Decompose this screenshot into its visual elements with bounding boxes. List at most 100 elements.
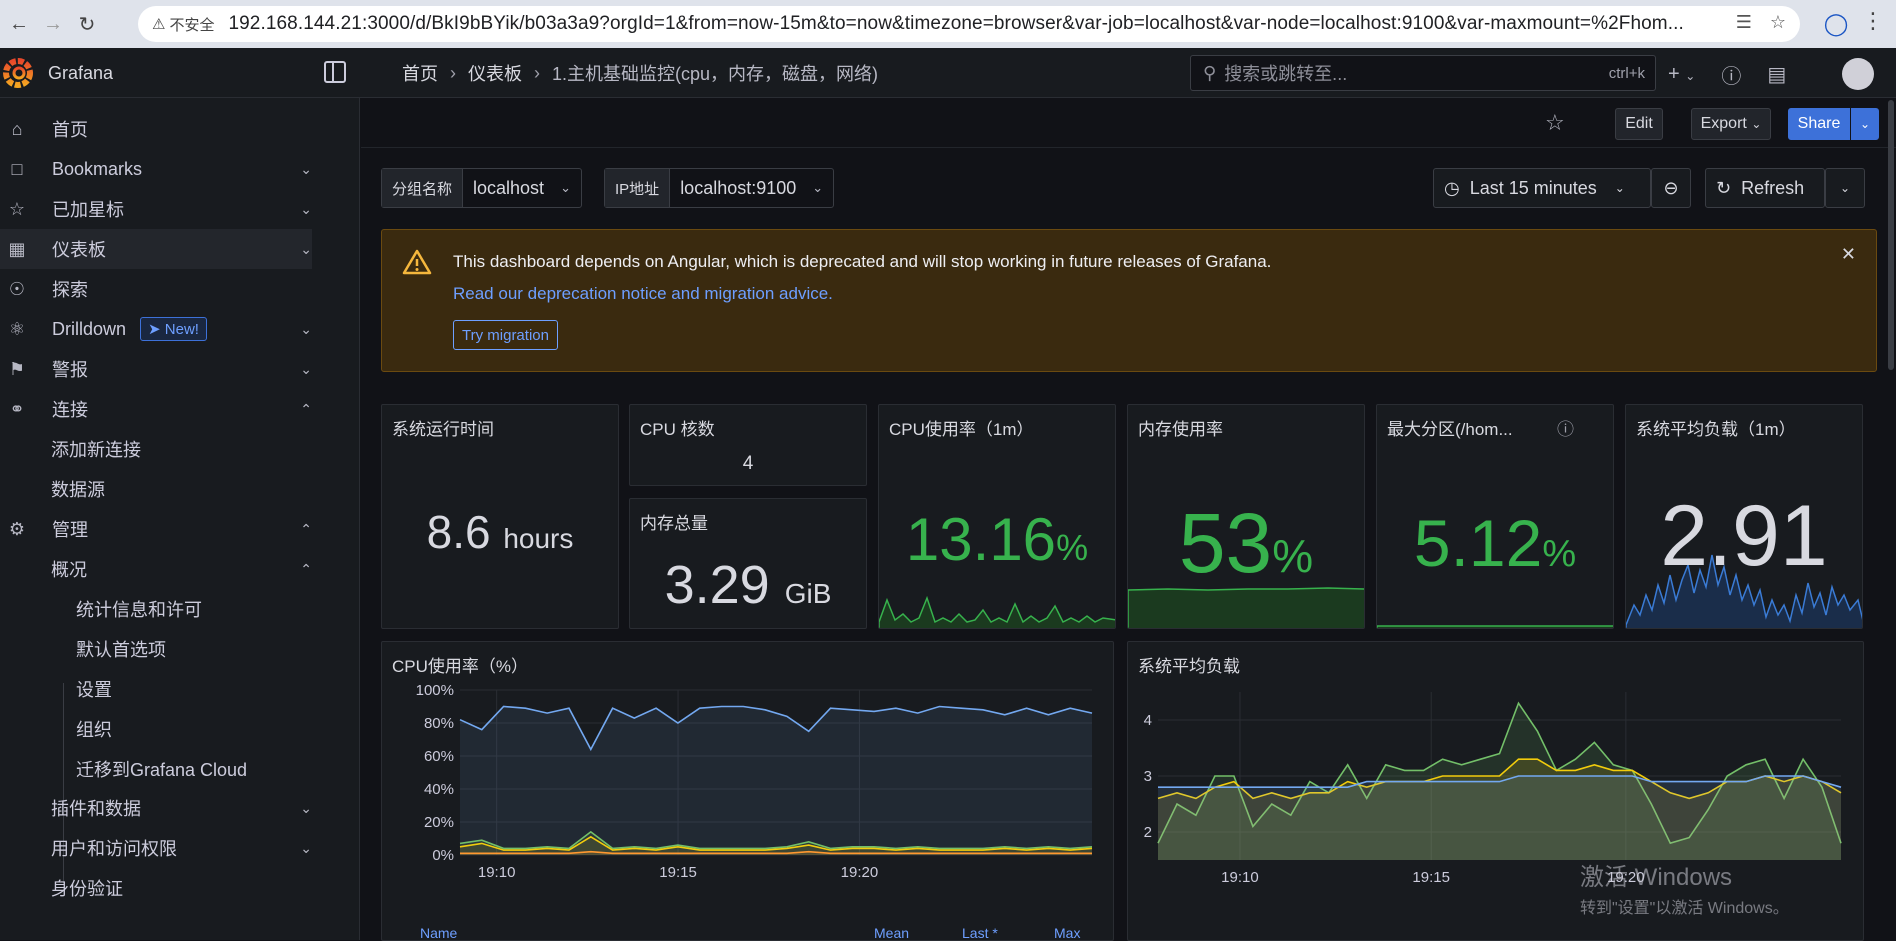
chevron-up-icon[interactable]: ⌃: [300, 561, 312, 578]
refresh-button[interactable]: ↻ Refresh: [1705, 168, 1825, 208]
info-icon[interactable]: ⓘ: [1557, 415, 1574, 440]
export-button[interactable]: Export ⌄: [1691, 108, 1771, 140]
dashboard-toolbar: ☆ Edit Export ⌄ Share ⌄: [361, 98, 1896, 148]
zoom-out-button[interactable]: ⊖: [1651, 168, 1691, 208]
chevron-down-icon[interactable]: ⌄: [300, 361, 312, 378]
series-area: [1158, 776, 1841, 860]
chevron-up-icon[interactable]: ⌃: [300, 401, 312, 418]
reload-icon[interactable]: ↻: [72, 9, 102, 39]
panel-mem-usage[interactable]: 内存使用率 53%: [1127, 404, 1365, 629]
sidebar-item-stats[interactable]: 统计信息和许可: [76, 589, 202, 629]
sidebar-item-home[interactable]: ⌂ 首页: [0, 109, 312, 149]
profile-icon[interactable]: ◯: [1820, 8, 1852, 40]
chevron-down-icon: ⌄: [560, 180, 571, 195]
address-bar[interactable]: ⚠ 不安全 192.168.144.21:3000/d/BkI9bBYik/b0…: [138, 6, 1800, 42]
edit-button[interactable]: Edit: [1615, 108, 1663, 140]
panel-title: 内存总量: [640, 514, 708, 533]
search-input[interactable]: ⚲ 搜索或跳转至... ctrl+k: [1190, 55, 1656, 91]
add-new-icon[interactable]: + ⌄: [1668, 63, 1695, 86]
sidebar-item-admin[interactable]: ⚙ 管理 ⌃: [0, 509, 312, 549]
deprecation-link[interactable]: Read our deprecation notice and migratio…: [453, 284, 833, 304]
forward-icon[interactable]: →: [38, 9, 68, 39]
compass-icon: ☉: [8, 278, 26, 299]
legend-header-mean[interactable]: Mean: [874, 925, 909, 940]
sidebar-item-dashboards[interactable]: ▦ 仪表板 ⌄: [0, 229, 312, 269]
panel-mem-total[interactable]: 内存总量 3.29 GiB: [629, 498, 867, 629]
sidebar-item-starred[interactable]: ☆ 已加星标 ⌄: [0, 189, 312, 229]
panel-cpu-usage[interactable]: CPU使用率（1m） 13.16%: [878, 404, 1116, 629]
legend-header-name[interactable]: Name: [420, 925, 457, 940]
breadcrumb-home[interactable]: 首页: [402, 60, 438, 86]
sidebar-item-bookmarks[interactable]: □ Bookmarks ⌄: [0, 149, 312, 189]
keyboard-shortcut: ctrl+k: [1608, 64, 1645, 82]
sidebar-item-migrate[interactable]: 迁移到Grafana Cloud: [76, 749, 247, 789]
panel-max-partition[interactable]: 最大分区(/hom... ⓘ 5.12%: [1376, 404, 1614, 629]
grafana-logo-icon[interactable]: [2, 57, 34, 89]
dock-menu-icon[interactable]: [324, 61, 346, 83]
cpu-line-chart: 0% 20% 40% 60% 80% 100% 19:10 19:15 19:20: [416, 682, 1093, 881]
breadcrumb-dashboards[interactable]: 仪表板: [468, 60, 522, 86]
sidebar-item-settings[interactable]: 设置: [76, 669, 112, 709]
refresh-interval-button[interactable]: ⌄: [1825, 168, 1865, 208]
warning-icon: ⚠: [152, 16, 166, 33]
x-tick-label: 19:20: [841, 864, 879, 881]
y-tick-label: 0%: [432, 847, 454, 864]
insecure-indicator[interactable]: ⚠ 不安全: [152, 14, 214, 35]
variable-select[interactable]: localhost ⌄: [463, 169, 581, 207]
time-range-picker[interactable]: ◷ Last 15 minutes ⌄: [1433, 168, 1651, 208]
y-tick-label: 3: [1144, 768, 1152, 785]
panel-title: CPU 核数: [640, 420, 715, 439]
legend-header-max[interactable]: Max: [1054, 925, 1080, 940]
series-area: [460, 706, 1092, 855]
sidebar-item-connections[interactable]: ⚭ 连接 ⌃: [0, 389, 312, 429]
news-icon[interactable]: ▤: [1767, 62, 1786, 87]
sidebar-item-plugins[interactable]: 插件和数据 ⌄: [0, 788, 312, 828]
panel-uptime[interactable]: 系统运行时间 8.6 hours: [381, 404, 619, 629]
chevron-down-icon[interactable]: ⌄: [300, 800, 312, 817]
panel-cpu-cores[interactable]: CPU 核数 4: [629, 404, 867, 486]
variable-label: IP地址: [605, 169, 671, 207]
chevron-down-icon[interactable]: ⌄: [300, 201, 312, 218]
back-icon[interactable]: ←: [4, 9, 34, 39]
help-icon[interactable]: ⓘ: [1721, 60, 1741, 89]
sidebar-item-alerting[interactable]: ⚑ 警报 ⌄: [0, 349, 312, 389]
browser-toolbar: ← → ↻ ⚠ 不安全 192.168.144.21:3000/d/BkI9bB…: [0, 0, 1896, 48]
chevron-down-icon[interactable]: ⌄: [300, 241, 312, 258]
panel-load-avg[interactable]: 系统平均负载（1m） 2.91: [1625, 404, 1863, 629]
y-tick-label: 60%: [424, 748, 454, 765]
y-tick-label: 80%: [424, 715, 454, 732]
close-icon[interactable]: ✕: [1841, 244, 1856, 265]
sidebar-item-orgs[interactable]: 组织: [76, 709, 112, 749]
sidebar-item-add-connection[interactable]: 添加新连接: [51, 429, 141, 469]
brand-name[interactable]: Grafana: [48, 63, 113, 84]
star-icon: ☆: [8, 198, 26, 219]
panel-cpu-chart[interactable]: CPU使用率（%） 0% 20% 40% 60% 80% 100% 19:10 19:15 19…: [381, 641, 1114, 941]
zoom-out-icon: ⊖: [1663, 177, 1679, 198]
share-button[interactable]: Share: [1788, 108, 1850, 140]
avatar[interactable]: [1842, 58, 1874, 90]
sidebar-item-users[interactable]: 用户和访问权限 ⌄: [0, 828, 312, 868]
translate-icon[interactable]: ☰: [1736, 12, 1752, 33]
chevron-up-icon[interactable]: ⌃: [300, 521, 312, 538]
sidebar-item-drilldown[interactable]: ⚛ Drilldown ➤ New! ⌄: [0, 309, 312, 349]
sidebar-item-datasources[interactable]: 数据源: [51, 469, 105, 509]
more-menu-icon[interactable]: ⋮: [1862, 8, 1884, 34]
sidebar-item-general[interactable]: 概况 ⌃: [0, 549, 312, 589]
alert-title: This dashboard depends on Angular, which…: [453, 252, 1272, 271]
variable-select[interactable]: localhost:9100 ⌄: [670, 169, 833, 207]
cog-icon: ⚙: [8, 518, 26, 539]
bookmark-star-icon[interactable]: ☆: [1770, 12, 1786, 33]
page-scrollbar[interactable]: [1888, 100, 1894, 370]
url-text[interactable]: 192.168.144.21:3000/d/BkI9bBYik/b03a3a9?…: [228, 13, 1698, 35]
x-tick-label: 19:10: [1221, 869, 1259, 886]
chevron-down-icon[interactable]: ⌄: [300, 321, 312, 338]
sidebar-item-auth[interactable]: 身份验证: [51, 868, 123, 908]
chevron-down-icon[interactable]: ⌄: [300, 840, 312, 857]
share-options-button[interactable]: ⌄: [1851, 108, 1879, 140]
chevron-down-icon[interactable]: ⌄: [300, 161, 312, 178]
sidebar-item-explore[interactable]: ☉ 探索: [0, 269, 312, 309]
star-icon[interactable]: ☆: [1545, 110, 1565, 136]
sidebar-item-preferences[interactable]: 默认首选项: [76, 629, 166, 669]
try-migration-button[interactable]: Try migration: [453, 320, 558, 350]
legend-header-last[interactable]: Last *: [962, 925, 998, 940]
